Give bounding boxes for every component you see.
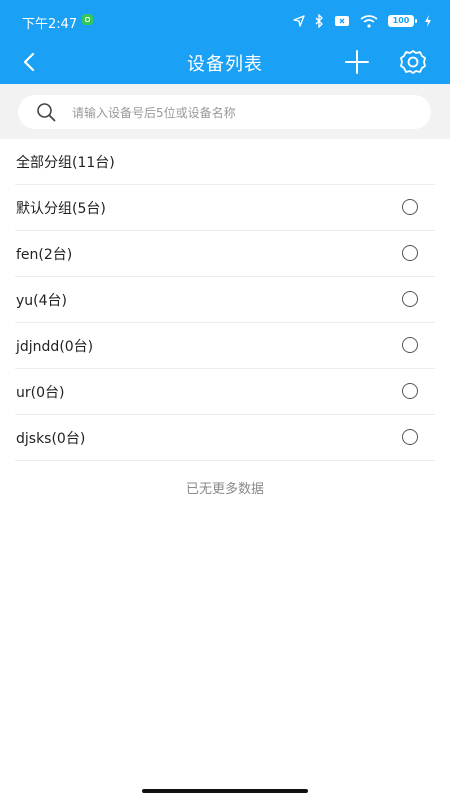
search-icon [37, 103, 56, 122]
wifi-icon [360, 14, 378, 28]
notification-icon [82, 14, 93, 25]
group-list: 全部分组(11台) 默认分组(5台) fen(2台) yu(4台) jdjndd… [0, 139, 450, 461]
group-row[interactable]: ur(0台) [15, 369, 435, 415]
group-radio[interactable] [402, 383, 418, 399]
status-bar: 下午2:47 100 [0, 0, 450, 40]
bluetooth-icon [315, 14, 323, 28]
group-label: yu(4台) [16, 293, 67, 309]
group-label: djsks(0台) [16, 431, 86, 447]
search-input[interactable] [70, 99, 414, 127]
search-box[interactable] [18, 95, 431, 129]
no-more-data-text: 已无更多数据 [185, 482, 264, 497]
group-label: ur(0台) [16, 385, 65, 401]
app-header: 下午2:47 100 设备列表 [0, 0, 450, 84]
group-radio[interactable] [402, 245, 418, 261]
page-title: 设备列表 [187, 54, 263, 75]
group-label: fen(2台) [16, 247, 73, 263]
search-section [0, 84, 450, 139]
status-time: 下午2:47 [22, 17, 78, 32]
battery-icon: 100 [388, 15, 417, 27]
group-row[interactable]: fen(2台) [15, 231, 435, 277]
location-icon [293, 15, 305, 27]
add-icon[interactable] [343, 48, 371, 76]
group-label: 默认分组(5台) [16, 201, 106, 217]
charging-icon [425, 15, 431, 27]
group-row[interactable]: 默认分组(5台) [15, 185, 435, 231]
group-row[interactable]: yu(4台) [15, 277, 435, 323]
group-radio[interactable] [402, 291, 418, 307]
nav-bar: 设备列表 [0, 40, 450, 84]
group-row[interactable]: jdjndd(0台) [15, 323, 435, 369]
settings-icon[interactable] [398, 47, 428, 77]
group-radio[interactable] [402, 199, 418, 215]
home-indicator[interactable] [142, 789, 308, 793]
group-row-all[interactable]: 全部分组(11台) [15, 139, 435, 185]
group-row[interactable]: djsks(0台) [15, 415, 435, 461]
status-icons: 100 [293, 12, 432, 30]
no-sim-icon [335, 16, 349, 26]
group-label: jdjndd(0台) [16, 339, 94, 355]
group-radio[interactable] [402, 429, 418, 445]
group-label: 全部分组(11台) [16, 155, 115, 171]
group-radio[interactable] [402, 337, 418, 353]
